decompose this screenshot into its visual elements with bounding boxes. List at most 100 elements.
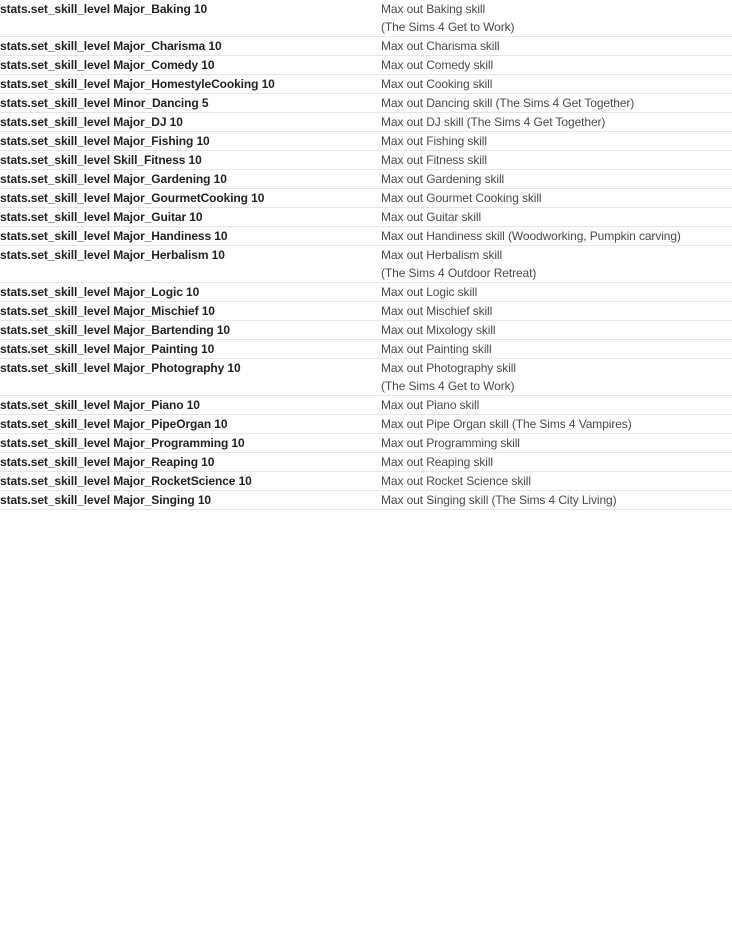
table-row: stats.set_skill_level Major_Gardening 10… — [0, 170, 732, 189]
cheat-command-text: stats.set_skill_level Major_Bartending 1… — [0, 323, 231, 337]
cheat-command-text: stats.set_skill_level Major_Reaping 10 — [0, 455, 215, 469]
cheat-description-line: Max out Painting skill — [381, 342, 492, 356]
table-row: stats.set_skill_level Major_Bartending 1… — [0, 321, 732, 340]
cheat-description-line: Max out Guitar skill — [381, 210, 482, 224]
cheat-description-cell: Max out Rocket Science skill — [381, 472, 732, 491]
cheat-description-text: Max out Gardening skill — [381, 170, 732, 188]
cheat-description-text: Max out Photography skill (The Sims 4 Get… — [381, 359, 732, 395]
cheat-description-text: Max out Piano skill — [381, 396, 732, 414]
table-row: stats.set_skill_level Minor_Dancing 5 Max… — [0, 94, 732, 113]
cheat-description-line: Max out Rocket Science skill — [381, 474, 531, 488]
cheat-description-cell: Max out Logic skill — [381, 283, 732, 302]
cheat-description-line: Max out Fishing skill — [381, 134, 487, 148]
cheat-description-line: Max out Pipe Organ skill (The Sims 4 Vam… — [381, 417, 632, 431]
table-row: stats.set_skill_level Major_Fishing 10 Ma… — [0, 132, 732, 151]
cheat-description-text: Max out Dancing skill (The Sims 4 Get To… — [381, 94, 732, 112]
cheat-command-cell[interactable]: stats.set_skill_level Major_HomestyleCoo… — [0, 75, 381, 94]
cheat-description-cell: Max out Pipe Organ skill (The Sims 4 Vam… — [381, 415, 732, 434]
cheat-command-cell[interactable]: stats.set_skill_level Major_Mischief 10 — [0, 302, 381, 321]
cheat-command-text: stats.set_skill_level Major_Mischief 10 — [0, 304, 215, 318]
cheat-description-text: Max out Mischief skill — [381, 302, 732, 320]
cheat-command-cell[interactable]: stats.set_skill_level Major_Fishing 10 — [0, 132, 381, 151]
cheat-command-cell[interactable]: stats.set_skill_level Major_PipeOrgan 10 — [0, 415, 381, 434]
table-row: stats.set_skill_level Major_DJ 10 Max out… — [0, 113, 732, 132]
cheat-description-cell: Max out Gourmet Cooking skill — [381, 189, 732, 208]
cheat-command-cell[interactable]: stats.set_skill_level Major_GourmetCooki… — [0, 189, 381, 208]
cheat-command-text: stats.set_skill_level Major_Photography … — [0, 361, 241, 375]
cheat-description-cell: Max out Mischief skill — [381, 302, 732, 321]
cheat-description-line: Max out DJ skill (The Sims 4 Get Togethe… — [381, 115, 606, 129]
cheat-description-text: Max out Comedy skill — [381, 56, 732, 74]
cheat-description-cell: Max out Programming skill — [381, 434, 732, 453]
table-row: stats.set_skill_level Major_GourmetCooki… — [0, 189, 732, 208]
cheat-description-cell: Max out Gardening skill — [381, 170, 732, 189]
cheat-command-cell[interactable]: stats.set_skill_level Major_Baking 10 — [0, 0, 381, 37]
cheat-command-text: stats.set_skill_level Major_Logic 10 — [0, 285, 200, 299]
cheat-command-cell[interactable]: stats.set_skill_level Major_Painting 10 — [0, 340, 381, 359]
cheat-description-cell: Max out Singing skill (The Sims 4 City L… — [381, 491, 732, 510]
cheat-description-line: Max out Handiness skill (Woodworking, Pu… — [381, 229, 681, 243]
cheat-description-text: Max out Mixology skill — [381, 321, 732, 339]
cheat-description-text: Max out Fitness skill — [381, 151, 732, 169]
cheat-command-cell[interactable]: stats.set_skill_level Major_Handiness 10 — [0, 227, 381, 246]
cheat-command-cell[interactable]: stats.set_skill_level Major_Guitar 10 — [0, 208, 381, 227]
cheat-command-cell[interactable]: stats.set_skill_level Skill_Fitness 10 — [0, 151, 381, 170]
cheat-description-cell: Max out Charisma skill — [381, 37, 732, 56]
cheat-command-cell[interactable]: stats.set_skill_level Major_Charisma 10 — [0, 37, 381, 56]
cheat-description-cell: Max out Guitar skill — [381, 208, 732, 227]
table-row: stats.set_skill_level Major_HomestyleCoo… — [0, 75, 732, 94]
cheat-command-cell[interactable]: stats.set_skill_level Major_Reaping 10 — [0, 453, 381, 472]
cheat-description-cell: Max out Baking skill (The Sims 4 Get to W… — [381, 0, 732, 37]
cheat-description-text: Max out Guitar skill — [381, 208, 732, 226]
cheat-command-cell[interactable]: stats.set_skill_level Major_Bartending 1… — [0, 321, 381, 340]
cheat-command-cell[interactable]: stats.set_skill_level Major_Logic 10 — [0, 283, 381, 302]
cheat-command-cell[interactable]: stats.set_skill_level Major_Photography … — [0, 359, 381, 396]
cheat-description-text: Max out Cooking skill — [381, 75, 732, 93]
cheat-description-line: Max out Fitness skill — [381, 153, 487, 167]
cheat-command-cell[interactable]: stats.set_skill_level Major_Gardening 10 — [0, 170, 381, 189]
table-row: stats.set_skill_level Major_Guitar 10 Max… — [0, 208, 732, 227]
cheat-description-line: Max out Programming skill — [381, 436, 520, 450]
table-row: stats.set_skill_level Major_PipeOrgan 10… — [0, 415, 732, 434]
cheat-description-cell: Max out Painting skill — [381, 340, 732, 359]
cheat-command-text: stats.set_skill_level Major_Gardening 10 — [0, 172, 227, 186]
cheat-command-cell[interactable]: stats.set_skill_level Major_Comedy 10 — [0, 56, 381, 75]
table-row: stats.set_skill_level Major_Photography … — [0, 359, 732, 396]
cheat-description-line: Max out Dancing skill (The Sims 4 Get To… — [381, 96, 635, 110]
cheat-command-text: stats.set_skill_level Major_Charisma 10 — [0, 39, 222, 53]
cheat-command-text: stats.set_skill_level Major_DJ 10 — [0, 115, 183, 129]
cheat-command-text: stats.set_skill_level Major_Baking 10 — [0, 2, 208, 16]
cheat-description-cell: Max out Piano skill — [381, 396, 732, 415]
cheat-command-cell[interactable]: stats.set_skill_level Major_DJ 10 — [0, 113, 381, 132]
table-row: stats.set_skill_level Skill_Fitness 10 Ma… — [0, 151, 732, 170]
cheat-description-line: Max out Logic skill — [381, 285, 478, 299]
cheat-command-text: stats.set_skill_level Major_Comedy 10 — [0, 58, 215, 72]
cheat-description-text: Max out Baking skill (The Sims 4 Get to W… — [381, 0, 732, 36]
cheat-command-cell[interactable]: stats.set_skill_level Major_Piano 10 — [0, 396, 381, 415]
table-row: stats.set_skill_level Major_Comedy 10 Max… — [0, 56, 732, 75]
cheat-description-cell: Max out Handiness skill (Woodworking, Pu… — [381, 227, 732, 246]
table-row: stats.set_skill_level Major_Handiness 10… — [0, 227, 732, 246]
cheat-description-text: Max out Reaping skill — [381, 453, 732, 471]
cheat-command-cell[interactable]: stats.set_skill_level Major_Programming … — [0, 434, 381, 453]
cheat-description-text: Max out Programming skill — [381, 434, 732, 452]
cheat-description-cell: Max out Herbalism skill (The Sims 4 Outdo… — [381, 246, 732, 283]
cheat-description-text: Max out Fishing skill — [381, 132, 732, 150]
cheat-description-line: (The Sims 4 Get to Work) — [381, 379, 515, 393]
cheat-command-text: stats.set_skill_level Major_GourmetCooki… — [0, 191, 265, 205]
cheat-command-cell[interactable]: stats.set_skill_level Minor_Dancing 5 — [0, 94, 381, 113]
cheat-description-text: Max out Herbalism skill (The Sims 4 Outdo… — [381, 246, 732, 282]
cheat-command-cell[interactable]: stats.set_skill_level Major_RocketScienc… — [0, 472, 381, 491]
table-row: stats.set_skill_level Major_RocketScienc… — [0, 472, 732, 491]
table-row: stats.set_skill_level Major_Mischief 10 M… — [0, 302, 732, 321]
cheat-command-cell[interactable]: stats.set_skill_level Major_Singing 10 — [0, 491, 381, 510]
cheat-description-text: Max out Gourmet Cooking skill — [381, 189, 732, 207]
cheat-description-line: Max out Comedy skill — [381, 58, 494, 72]
table-row: stats.set_skill_level Major_Reaping 10 Ma… — [0, 453, 732, 472]
cheat-table-body: stats.set_skill_level Major_Baking 10 Max… — [0, 0, 732, 510]
cheat-command-cell[interactable]: stats.set_skill_level Major_Herbalism 10 — [0, 246, 381, 283]
cheat-description-line: Max out Cooking skill — [381, 77, 493, 91]
cheat-command-text: stats.set_skill_level Major_Painting 10 — [0, 342, 215, 356]
cheat-description-line: Max out Gourmet Cooking skill — [381, 191, 542, 205]
cheat-description-text: Max out Singing skill (The Sims 4 City L… — [381, 491, 732, 509]
